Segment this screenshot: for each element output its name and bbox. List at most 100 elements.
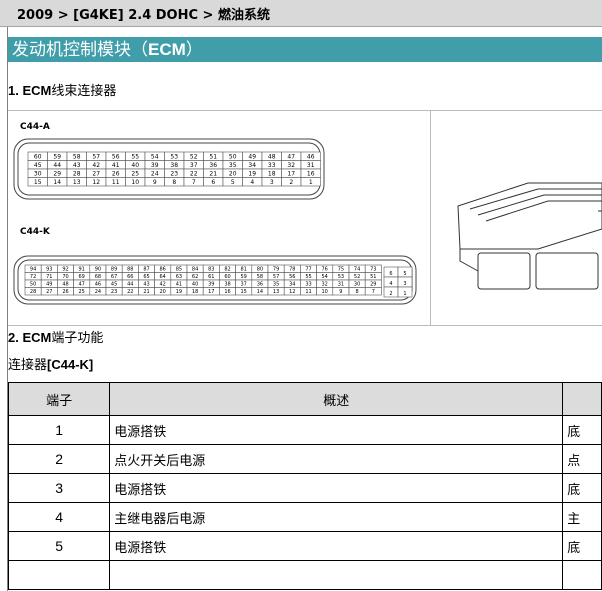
conn-a-pin-number: 12	[92, 179, 100, 186]
conn-k-pin-number: 16	[224, 289, 230, 295]
conn-a-pin-number: 6	[211, 179, 215, 186]
conn-k-pin-number: 85	[176, 267, 182, 273]
pin-cell	[7, 560, 111, 590]
desc-cell: 电源搭铁	[109, 473, 564, 503]
conn-k-pin-number: 93	[46, 267, 52, 273]
conn-k-pin-number: 52	[354, 274, 360, 280]
extra-cell: 底	[562, 415, 602, 445]
conn-k-pin-number: 40	[192, 282, 198, 288]
conn-a-pin-number: 24	[151, 171, 159, 178]
table-row: 5 电源搭铁底	[7, 531, 602, 561]
page-title: 发动机控制模块（ECM）	[8, 37, 602, 62]
figure-divider	[430, 111, 431, 325]
conn-k-label: C44-K	[20, 227, 51, 237]
conn-a-pin-number: 29	[53, 171, 61, 178]
conn-k-pin-number: 61	[208, 274, 214, 280]
conn-k-pin-number: 20	[160, 289, 166, 295]
conn-k-side-pin-number: 6	[389, 271, 392, 277]
connector-diagram: C44-A 60 59 58 57 56 55 54 53 52 51 50 49 48 47 4645 44…	[13, 122, 602, 305]
conn-a-pin-number: 21	[209, 171, 217, 178]
conn-a-pin-number: 2	[289, 179, 293, 186]
conn-k-pin-number: 70	[62, 274, 68, 280]
conn-a-pin-number: 52	[190, 154, 198, 161]
conn-k-pin-number: 72	[30, 274, 36, 280]
conn-k-pin-number: 60	[224, 274, 230, 280]
conn-k-pin-number: 69	[79, 274, 85, 280]
connector-text: 连接器	[8, 358, 48, 373]
connector-figure: C44-A 60 59 58 57 56 55 54 53 52 51 50 49 48 47 46 45 44…	[8, 110, 602, 326]
conn-a-pin-number: 47	[287, 154, 295, 161]
table-row: 3 电源搭铁底	[7, 473, 602, 503]
conn-k-pin-number: 12	[289, 289, 295, 295]
conn-k-pin-number: 42	[160, 282, 166, 288]
conn-a-pin-number: 33	[268, 162, 276, 169]
conn-a-pin-number: 57	[92, 154, 100, 161]
conn-k-pin-number: 58	[257, 274, 263, 280]
conn-k-pin-number: 43	[143, 282, 149, 288]
conn-k-pin-number: 83	[208, 267, 214, 273]
section-bold: ECM	[22, 330, 52, 345]
conn-k-pin-number: 91	[79, 267, 85, 273]
conn-k-pin-number: 57	[273, 274, 279, 280]
desc-cell: 电源搭铁	[109, 415, 564, 445]
conn-a-pin-number: 46	[307, 154, 315, 161]
conn-a-pin-number: 11	[112, 179, 120, 186]
conn-k-pin-number: 25	[79, 289, 85, 295]
conn-k-pin-number: 86	[160, 267, 166, 273]
conn-a-pin-number: 4	[250, 179, 254, 186]
section-num: 1.	[8, 83, 23, 98]
section-text: 线束连接器	[51, 84, 117, 99]
conn-k-pin-number: 8	[356, 289, 359, 295]
conn-k-pin-number: 89	[111, 267, 117, 273]
conn-a-pin-number: 41	[112, 162, 120, 169]
header-extra	[562, 382, 602, 416]
conn-a-pin-number: 60	[34, 154, 42, 161]
pin-cell: 1	[7, 415, 111, 445]
table-row	[7, 560, 602, 590]
conn-a-pin-number: 58	[73, 154, 81, 161]
desc-cell: 点火开关后电源	[109, 444, 564, 474]
pin-cell: 3	[7, 473, 111, 503]
conn-k-pin-number: 38	[224, 282, 230, 288]
conn-a-pin-number: 7	[192, 179, 196, 186]
conn-k-pin-number: 88	[127, 267, 133, 273]
conn-a-pin-number: 49	[248, 154, 256, 161]
conn-k-pin-number: 14	[257, 289, 263, 295]
conn-k-pin-number: 90	[95, 267, 101, 273]
conn-k-pin-number: 78	[289, 267, 295, 273]
conn-a-pin-number: 45	[34, 162, 42, 169]
conn-k-pin-number: 21	[143, 289, 149, 295]
conn-k-side-pin-number: 1	[403, 291, 406, 297]
conn-a-pin-number: 19	[248, 171, 256, 178]
conn-a-pin-number: 1	[309, 179, 313, 186]
conn-a-pin-number: 20	[229, 171, 237, 178]
conn-k-pin-number: 41	[176, 282, 182, 288]
conn-k-pin-number: 26	[62, 289, 68, 295]
conn-a-pin-number: 40	[131, 162, 139, 169]
conn-k-pin-number: 94	[30, 267, 36, 273]
conn-k-side-pins: 6 5 4 3 2 1	[383, 266, 413, 298]
conn-k-pin-number: 49	[46, 282, 52, 288]
conn-a-pin-number: 18	[268, 171, 276, 178]
conn-k-pin-number: 54	[322, 274, 328, 280]
conn-k-pin-number: 87	[143, 267, 149, 273]
conn-k-pin-number: 29	[370, 282, 376, 288]
conn-k-pin-number: 56	[289, 274, 295, 280]
conn-a-pin-number: 17	[287, 171, 295, 178]
conn-k-pin-number: 19	[176, 289, 182, 295]
ecm-illustration	[457, 182, 602, 290]
conn-k-pin-number: 82	[224, 267, 230, 273]
conn-k-pin-number: 75	[338, 267, 344, 273]
conn-a-pins: 60 59 58 57 56 55 54 53 52 51 50 49 48 47 4645 44 43 42 41…	[27, 151, 321, 187]
extra-cell: 底	[562, 531, 602, 561]
conn-a-pin-number: 28	[73, 171, 81, 178]
conn-a-pin-number: 32	[287, 162, 295, 169]
conn-k-pin-number: 55	[305, 274, 311, 280]
conn-a-pin-number: 35	[229, 162, 237, 169]
conn-a-pin-number: 55	[131, 154, 139, 161]
conn-k-pin-number: 35	[273, 282, 279, 288]
conn-a-pin-number: 5	[231, 179, 235, 186]
conn-k-side-pin-number: 3	[403, 281, 406, 287]
breadcrumb: 2009 > [G4KE] 2.4 DOHC > 燃油系统	[0, 0, 602, 27]
conn-k-pin-number: 84	[192, 267, 198, 273]
